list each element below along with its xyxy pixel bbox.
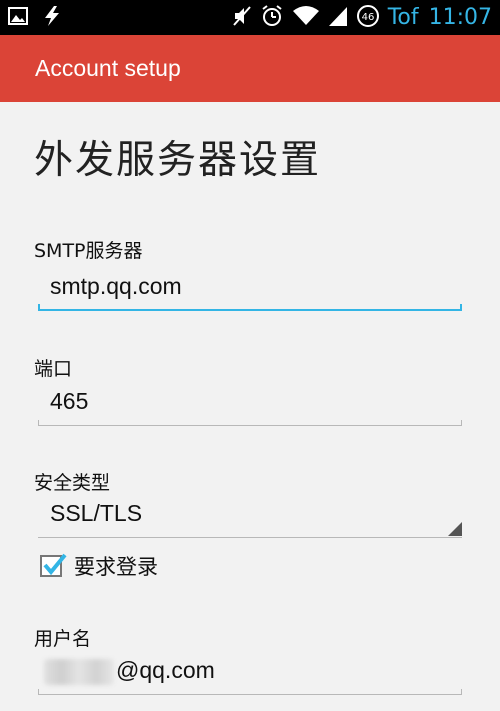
port-label: 端口 xyxy=(34,358,73,380)
checkmark-icon xyxy=(43,553,67,576)
alarm-icon xyxy=(260,4,284,32)
username-input[interactable]: @qq.com xyxy=(38,655,462,695)
require-login-checkbox[interactable] xyxy=(40,553,67,577)
require-login-label: 要求登录 xyxy=(74,555,158,579)
signal-icon xyxy=(328,5,348,31)
underline-tick-right xyxy=(461,420,462,426)
input-underline xyxy=(38,425,462,426)
underline-tick-left xyxy=(38,689,39,695)
port-input[interactable]: 465 xyxy=(38,386,462,426)
smtp-server-label: SMTP服务器 xyxy=(34,240,143,262)
status-left-icons xyxy=(8,6,62,30)
redacted-blur xyxy=(44,658,114,685)
require-login-row[interactable]: 要求登录 xyxy=(40,550,158,582)
mute-icon xyxy=(232,5,252,31)
port-value: 465 xyxy=(50,388,89,414)
action-bar-title: Account setup xyxy=(35,55,181,81)
underline-tick-left xyxy=(38,420,39,426)
spinner-underline xyxy=(38,537,462,538)
username-domain: @qq.com xyxy=(116,657,215,683)
network-badge-icon: 46 xyxy=(356,4,380,32)
action-bar: Account setup xyxy=(0,35,500,102)
status-right-icons: 46 Tof 11:07 xyxy=(232,0,492,35)
svg-text:46: 46 xyxy=(361,12,374,23)
wifi-icon xyxy=(292,5,320,31)
security-type-value: SSL/TLS xyxy=(50,500,143,526)
underline-tick-right xyxy=(460,304,462,311)
input-underline xyxy=(38,309,462,311)
underline-tick-left xyxy=(38,304,40,311)
image-icon xyxy=(8,7,28,29)
username-value-wrapper: @qq.com xyxy=(44,657,215,685)
security-type-spinner[interactable]: SSL/TLS xyxy=(38,498,462,538)
security-type-label: 安全类型 xyxy=(34,472,111,494)
smtp-server-input[interactable]: smtp.qq.com xyxy=(38,271,462,311)
flash-icon xyxy=(42,5,62,31)
page-title: 外发服务器设置 xyxy=(34,138,322,183)
carrier-label: Tof xyxy=(387,5,419,30)
username-label: 用户名 xyxy=(34,628,92,650)
input-underline xyxy=(38,694,462,695)
dropdown-triangle-icon xyxy=(448,522,462,536)
clock: 11:07 xyxy=(428,5,492,30)
status-bar: 46 Tof 11:07 xyxy=(0,0,500,35)
underline-tick-right xyxy=(461,689,462,695)
smtp-server-value: smtp.qq.com xyxy=(50,273,182,299)
